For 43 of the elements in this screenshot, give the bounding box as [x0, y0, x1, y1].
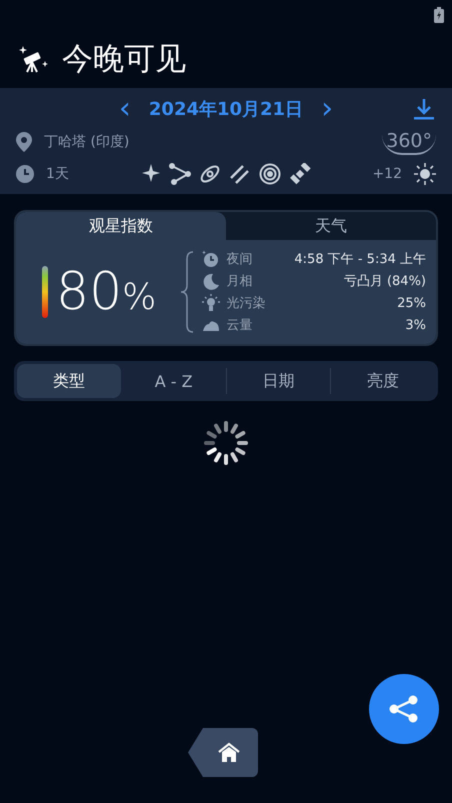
light-bulb-icon [202, 294, 220, 312]
battery-icon [434, 7, 444, 23]
star-icon[interactable] [140, 163, 161, 183]
next-date-button[interactable]: › [317, 94, 338, 124]
home-button[interactable] [188, 728, 258, 777]
card-tab[interactable]: 天气 [226, 212, 436, 240]
condition-value: 25% [396, 296, 426, 310]
home-icon [217, 740, 241, 764]
sort-tab[interactable]: 日期 [226, 364, 330, 398]
galaxy-icon[interactable] [198, 163, 221, 185]
brace-icon [180, 251, 194, 333]
planet-orbit-icon[interactable] [258, 163, 281, 185]
moon-icon [202, 272, 220, 290]
satellite-icon[interactable] [288, 163, 311, 185]
sort-tab[interactable]: 类型 [17, 364, 121, 398]
condition-value: 4:58 下午 - 5:34 上午 [293, 251, 426, 268]
condition-value: 亏凸月 (84%) [342, 273, 426, 290]
previous-date-button[interactable]: ‹ [114, 94, 135, 124]
loading-spinner-icon [201, 418, 251, 468]
duration-label[interactable]: 1天 [46, 165, 69, 183]
panorama-view-button[interactable]: 360° [382, 130, 436, 154]
sort-tab[interactable]: 亮度 [331, 364, 435, 398]
condition-label: 月相 [226, 273, 252, 290]
sort-tab[interactable]: A - Z [122, 364, 226, 398]
brightness-icon[interactable] [414, 163, 436, 185]
page-title: 今晚可见 [62, 40, 186, 79]
clock-icon [16, 165, 34, 183]
condition-label: 夜间 [226, 251, 252, 268]
meteor-icon[interactable] [228, 163, 251, 185]
clock-icon [202, 250, 220, 268]
condition-value: 3% [404, 318, 426, 332]
stargazing-score: 80% [56, 262, 156, 322]
location-label[interactable]: 丁哈塔 (印度) [44, 133, 130, 151]
condition-label: 云量 [226, 317, 252, 334]
location-pin-icon [16, 132, 32, 152]
magnitude-label[interactable]: +12 [372, 166, 402, 182]
telescope-icon [18, 44, 48, 74]
date-label[interactable]: 2024年10月21日 [148, 97, 304, 121]
condition-label: 光污染 [226, 295, 266, 312]
download-icon[interactable] [412, 97, 436, 121]
quality-gauge-icon [42, 266, 48, 318]
card-tab[interactable]: 观星指数 [16, 212, 226, 240]
constellation-icon[interactable] [168, 163, 191, 185]
